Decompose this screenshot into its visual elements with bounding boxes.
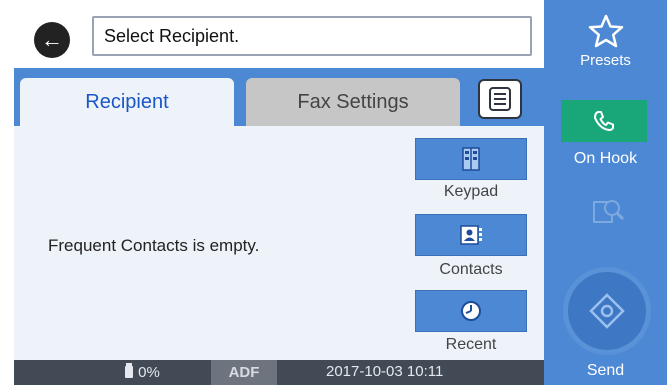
send-button[interactable]	[568, 272, 646, 350]
recent-button[interactable]	[415, 290, 527, 332]
contacts-label: Contacts	[439, 261, 503, 278]
on-hook-button[interactable]	[561, 100, 647, 142]
empty-contacts-message: Frequent Contacts is empty.	[48, 236, 260, 255]
presets-label: Presets	[580, 52, 631, 69]
recipient-title-field[interactable]: Select Recipient.	[92, 16, 532, 56]
tab-fax-settings[interactable]: Fax Settings	[246, 78, 460, 126]
back-button[interactable]: ←	[34, 22, 70, 58]
tab-recipient[interactable]: Recipient	[20, 78, 234, 126]
phone-icon	[594, 111, 614, 131]
status-datetime: 2017-10-03 10:11	[326, 363, 444, 380]
on-hook-label: On Hook	[573, 150, 638, 167]
menu-button[interactable]	[478, 79, 522, 119]
tab-recipient-label: Recipient	[85, 90, 169, 113]
preview-icon	[593, 200, 625, 223]
tab-fax-settings-label: Fax Settings	[297, 90, 409, 113]
source-badge: ADF	[211, 360, 277, 385]
send-label: Send	[586, 362, 625, 379]
star-icon	[588, 14, 624, 48]
keypad-label: Keypad	[443, 183, 499, 200]
recent-label: Recent	[445, 336, 497, 353]
menu-list-icon	[489, 87, 511, 111]
ink-bottle-icon	[125, 363, 133, 378]
keypad-button[interactable]	[415, 138, 527, 180]
toner-percent: 0%	[138, 364, 160, 381]
status-bar: 0% ADF 2017-10-03 10:11	[14, 360, 544, 385]
presets-button[interactable]: Presets	[544, 10, 667, 74]
send-diamond-icon	[589, 293, 625, 329]
contacts-button[interactable]	[415, 214, 527, 256]
preview-button[interactable]	[588, 192, 628, 232]
back-arrow-icon: ←	[41, 27, 63, 52]
page-title: Select Recipient.	[104, 25, 240, 46]
clock-icon	[461, 301, 481, 321]
printer-screen: ← Select Recipient. Recipient Fax Settin…	[0, 0, 667, 385]
header-bar: ← Select Recipient.	[14, 10, 544, 68]
contacts-icon	[460, 225, 482, 245]
toner-status: 0%	[124, 363, 160, 381]
keypad-icon	[462, 147, 480, 171]
